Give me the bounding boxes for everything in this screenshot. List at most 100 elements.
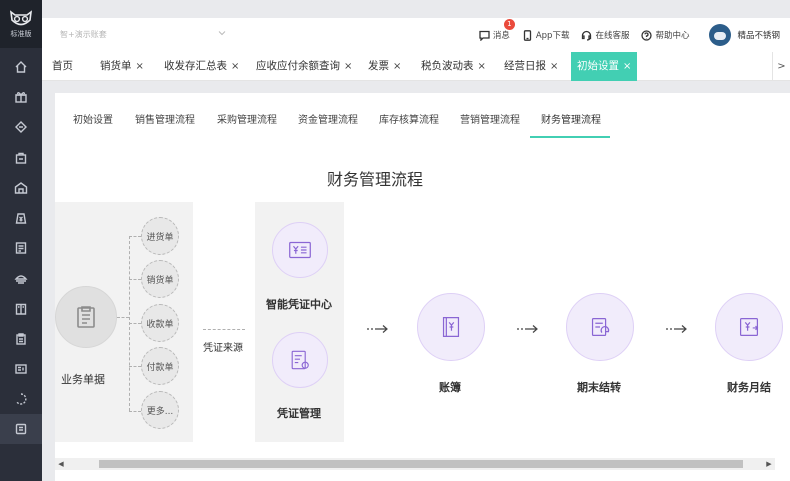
sidebar-clipboard-icon[interactable] xyxy=(0,324,42,354)
subtab-active-indicator xyxy=(530,136,610,138)
logo-text: 标准版 xyxy=(10,30,32,38)
sidebar-purchase-icon[interactable] xyxy=(0,112,42,142)
username[interactable]: 精品不锈钢 xyxy=(737,29,780,41)
app-download-label: App下载 xyxy=(535,31,570,41)
tab-home[interactable]: 首页 xyxy=(52,52,73,81)
close-icon[interactable]: × xyxy=(231,61,239,72)
online-service-label: 在线客服 xyxy=(595,31,630,41)
close-icon[interactable]: × xyxy=(623,61,631,72)
sidebar-loading-icon[interactable] xyxy=(0,384,42,414)
tab-invoice[interactable]: 发票 × xyxy=(368,52,401,81)
voucher-source-line xyxy=(203,329,245,330)
owl-logo-icon xyxy=(9,10,33,26)
subtab-initial-settings[interactable]: 初始设置 xyxy=(73,111,113,126)
logo[interactable]: 标准版 xyxy=(0,0,42,48)
subtab-marketing-flow[interactable]: 营销管理流程 xyxy=(460,111,520,126)
period-end-label: 期末结转 xyxy=(577,381,621,394)
monthly-close-icon xyxy=(739,317,759,337)
topbar: 智+演示账套 消息 1 App下载 在线客服 帮助中心 精品不锈钢 xyxy=(42,18,790,52)
help-icon xyxy=(641,29,653,41)
smart-voucher-label: 智能凭证中心 xyxy=(266,298,332,311)
horizontal-scrollbar[interactable]: ◀ ▶ xyxy=(55,458,775,470)
subtab-purchase-flow[interactable]: 采购管理流程 xyxy=(217,111,277,126)
tab-bar: 首页 销货单 × 收发存汇总表 × 应收应付余额查询 × 发票 × 税负波动表 × 经营日… xyxy=(42,52,790,81)
message-badge: 1 xyxy=(503,19,515,30)
connector xyxy=(129,279,141,280)
sidebar-warehouse-icon[interactable] xyxy=(0,173,42,203)
tab-label: 初始设置 xyxy=(577,60,619,72)
tab-label: 税负波动表 xyxy=(421,60,474,72)
close-icon[interactable]: × xyxy=(550,61,558,72)
close-icon[interactable]: × xyxy=(478,61,486,72)
scroll-left-icon[interactable]: ◀ xyxy=(55,458,67,470)
close-icon[interactable]: × xyxy=(393,61,401,72)
scrollbar-thumb[interactable] xyxy=(99,460,743,468)
subtab-fund-flow[interactable]: 资金管理流程 xyxy=(298,111,358,126)
subtab-sales-flow[interactable]: 销售管理流程 xyxy=(135,111,195,126)
doc-receipt[interactable]: 收款单 xyxy=(141,304,179,342)
sidebar-money-icon[interactable] xyxy=(0,203,42,233)
app-download-button[interactable]: App下载 xyxy=(522,29,570,41)
content-panel: 初始设置 销售管理流程 采购管理流程 资金管理流程 库存核算流程 营销管理流程 … xyxy=(55,93,790,481)
ledger-label: 账簿 xyxy=(439,381,461,394)
message-label: 消息 xyxy=(492,31,510,41)
voucher-icon xyxy=(289,241,311,259)
flow-arrow-1 xyxy=(367,324,389,334)
sidebar-sales-icon[interactable] xyxy=(0,143,42,173)
sidebar-marketing-icon[interactable] xyxy=(0,263,42,293)
close-icon[interactable]: × xyxy=(136,61,144,72)
smart-voucher-circle[interactable] xyxy=(272,222,328,278)
period-end-circle[interactable] xyxy=(566,293,634,361)
doc-purchase-order[interactable]: 进货单 xyxy=(141,217,179,255)
doc-sales-order[interactable]: 销货单 xyxy=(141,260,179,298)
subtab-inventory-flow[interactable]: 库存核算流程 xyxy=(379,111,439,126)
sidebar-report-icon[interactable] xyxy=(0,233,42,263)
headset-icon xyxy=(582,30,592,41)
ledger-circle[interactable] xyxy=(417,293,485,361)
avatar[interactable] xyxy=(709,24,732,46)
online-service-button[interactable]: 在线客服 xyxy=(581,29,629,41)
account-select[interactable]: 智+演示账套 xyxy=(56,25,226,45)
tab-label: 收发存汇总表 xyxy=(164,60,227,72)
tab-tax-fluctuation[interactable]: 税负波动表 × xyxy=(421,52,486,81)
sidebar-gift-icon[interactable] xyxy=(0,82,42,112)
tab-label: 经营日报 xyxy=(504,60,546,72)
message-button[interactable]: 消息 1 xyxy=(479,19,515,41)
monthly-close-label: 财务月结 xyxy=(727,381,771,394)
tab-initial-settings[interactable]: 初始设置 × xyxy=(571,52,638,81)
connector xyxy=(129,411,141,412)
tab-receivables-query[interactable]: 应收应付余额查询 × xyxy=(256,52,352,81)
account-select-value: 智+演示账套 xyxy=(60,30,107,39)
help-center-button[interactable]: 帮助中心 xyxy=(641,29,689,41)
tab-sales-order[interactable]: 销货单 × xyxy=(100,52,144,81)
sidebar-home-icon[interactable] xyxy=(0,52,42,82)
doc-more[interactable]: 更多... xyxy=(141,391,179,429)
document-icon xyxy=(77,306,95,328)
connector xyxy=(129,323,141,324)
flow-title: 财务管理流程 xyxy=(327,170,424,189)
business-docs-circle[interactable] xyxy=(55,286,117,348)
tab-scroll-right-button[interactable]: > xyxy=(772,52,790,81)
sidebar-settings-icon[interactable] xyxy=(0,414,42,445)
tab-label: 销货单 xyxy=(100,60,132,72)
doc-payment[interactable]: 付款单 xyxy=(141,347,179,385)
connector xyxy=(129,236,141,237)
help-center-label: 帮助中心 xyxy=(655,31,690,41)
flow-arrow-2 xyxy=(517,324,539,334)
monthly-close-circle[interactable] xyxy=(715,293,783,361)
chevron-down-icon xyxy=(218,31,226,36)
tab-label: 应收应付余额查询 xyxy=(256,60,340,72)
voucher-settings-icon xyxy=(291,350,309,370)
business-docs-label: 业务单据 xyxy=(61,373,105,386)
tab-label: 发票 xyxy=(368,60,389,72)
close-icon[interactable]: × xyxy=(344,61,352,72)
flow-subtabs: 初始设置 销售管理流程 采购管理流程 资金管理流程 库存核算流程 营销管理流程 … xyxy=(55,93,790,139)
tab-daily-report[interactable]: 经营日报 × xyxy=(504,52,558,81)
sidebar-ledger-icon[interactable] xyxy=(0,294,42,324)
period-end-icon xyxy=(591,317,610,337)
scroll-right-icon[interactable]: ▶ xyxy=(763,458,775,470)
voucher-mgmt-circle[interactable] xyxy=(272,332,328,388)
sidebar-invoice-icon[interactable] xyxy=(0,354,42,384)
tab-inventory-summary[interactable]: 收发存汇总表 × xyxy=(164,52,239,81)
subtab-finance-flow[interactable]: 财务管理流程 xyxy=(541,111,601,126)
